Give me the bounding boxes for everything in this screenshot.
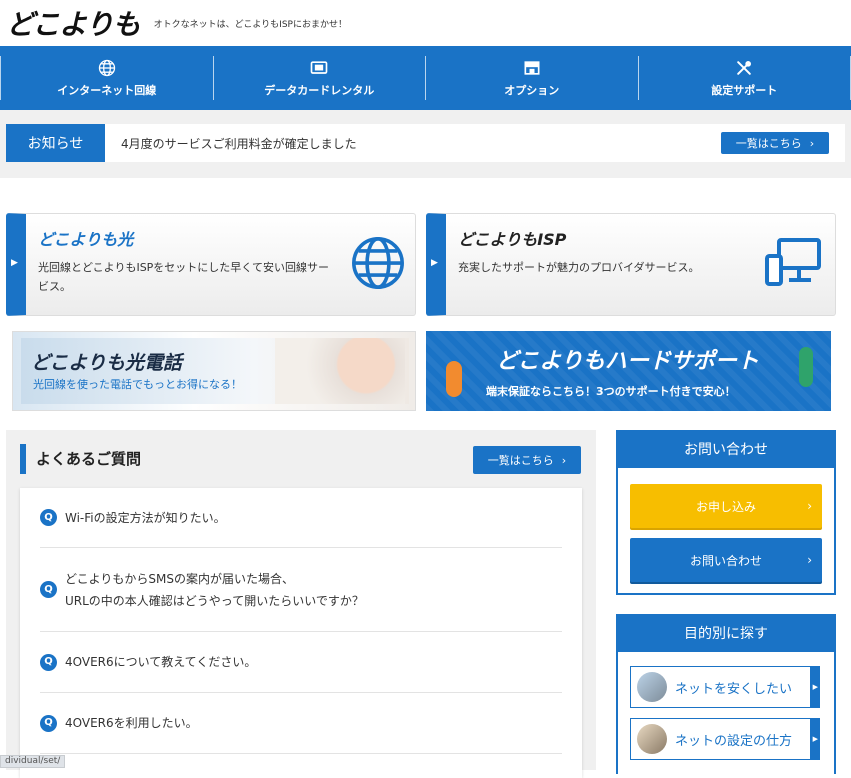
service-card-hikari[interactable]: ▶ どこよりも光 光回線とどこよりもISPをセットにした早くて安い回線サービス。 [6, 213, 416, 316]
hand-coins-image [637, 672, 667, 702]
faq-title: よくあるご質問 [20, 444, 141, 474]
apply-button[interactable]: お申し込み › [630, 484, 822, 528]
banner-title: どこよりもハードサポート [496, 343, 759, 375]
inquiry-label: お問い合わせ [690, 552, 762, 569]
faq-question-line: URLの中の本人確認はどうやって開いたらいいですか？ [65, 594, 364, 608]
banner-subtitle: 端末保証ならこちら！3つのサポート付きで安心！ [486, 383, 736, 399]
faq-item[interactable]: Q 4OVER6について教えてください。 [40, 632, 562, 693]
service-name: どこよりも光 [38, 226, 133, 250]
nav-option[interactable]: オプション [425, 56, 638, 100]
nav-label: インターネット回線 [57, 82, 156, 98]
nav-datacard[interactable]: データカードレンタル [213, 56, 426, 100]
service-desc: 光回線とどこよりもISPをセットにした早くて安い回線サービス。 [38, 258, 338, 296]
question-icon: Q [40, 715, 57, 732]
site-logo[interactable]: どこよりも [6, 3, 140, 43]
apply-label: お申し込み [696, 498, 756, 515]
faq-item[interactable]: Q 4OVER6を利用したい。 [40, 693, 562, 754]
chevron-right-icon: › [562, 454, 566, 467]
globe-icon [349, 234, 407, 292]
hand-writing-image [637, 724, 667, 754]
faq-question-line: どこよりもからSMSの案内が届いた場合、 [65, 572, 294, 586]
contact-title: お問い合わせ [618, 432, 834, 468]
faq-item[interactable]: Q Wi-Fiの設定方法が知りたい。 [40, 488, 562, 548]
global-nav: インターネット回線 データカードレンタル オプション 設定サポート [0, 46, 851, 110]
notice-more-label: 一覧はこちら [736, 135, 802, 151]
faq-question: Wi-Fiの設定方法が知りたい。 [65, 507, 226, 529]
contact-box: お問い合わせ お申し込み › お問い合わせ › [616, 430, 836, 595]
faq-question: 4OVER6について教えてください。 [65, 651, 256, 673]
inquiry-button[interactable]: お問い合わせ › [630, 538, 822, 582]
service-desc: 充実したサポートが魅力のプロバイダサービス。 [458, 258, 758, 277]
chevron-right-icon: › [810, 137, 814, 150]
devices-icon [763, 236, 823, 288]
notice-label: お知らせ [6, 124, 105, 162]
data-card-icon [309, 58, 329, 78]
faq-item[interactable]: Q どこよりもからSMSの案内が届いた場合、 URLの中の本人確認はどうやって開… [40, 548, 562, 632]
notice-bar: お知らせ 4月度のサービスご利用料金が確定しました 一覧はこちら › [0, 110, 851, 178]
nav-internet[interactable]: インターネット回線 [0, 56, 213, 100]
purpose-label: ネットの設定の仕方 [675, 730, 792, 749]
arrow-right-icon: ▶ [11, 258, 18, 268]
notice-text[interactable]: 4月度のサービスご利用料金が確定しました [105, 135, 721, 152]
service-card-isp[interactable]: ▶ どこよりもISP 充実したサポートが魅力のプロバイダサービス。 [426, 213, 836, 316]
faq-more-label: 一覧はこちら [488, 452, 554, 468]
purpose-title: 目的別に探す [618, 616, 834, 652]
banner-title: どこよりも光電話 [31, 348, 182, 375]
chevron-right-icon: › [807, 553, 812, 567]
notice: お知らせ 4月度のサービスご利用料金が確定しました 一覧はこちら › [6, 124, 845, 162]
site-tagline: オトクなネットは、どこよりもISPにおまかせ！ [154, 17, 347, 30]
chevron-right-icon: › [807, 499, 812, 513]
shop-icon [522, 58, 542, 78]
arrow-right-icon: ▶ [813, 683, 818, 691]
woman-with-phone-image [275, 338, 405, 404]
status-url: dividual/set/ [0, 755, 65, 768]
purpose-item-setup[interactable]: ネットの設定の仕方 ▶ [630, 718, 820, 760]
nav-support[interactable]: 設定サポート [638, 56, 851, 100]
faq-more-button[interactable]: 一覧はこちら › [473, 446, 581, 474]
faq-list: Q Wi-Fiの設定方法が知りたい。 Q どこよりもからSMSの案内が届いた場合… [20, 488, 582, 778]
purpose-label: ネットを安くしたい [675, 678, 792, 697]
banner-subtitle: 光回線を使った電話でもっとお得になる！ [33, 376, 242, 392]
question-icon: Q [40, 581, 57, 598]
nav-label: オプション [504, 82, 559, 98]
tools-icon [734, 58, 754, 78]
running-person-icon [446, 361, 462, 397]
arrow-right-icon: ▶ [813, 735, 818, 743]
globe-icon [97, 58, 117, 78]
nav-label: データカードレンタル [264, 82, 374, 98]
faq-section: よくあるご質問 一覧はこちら › Q Wi-Fiの設定方法が知りたい。 Q どこ… [6, 430, 596, 770]
nav-label: 設定サポート [711, 82, 777, 98]
faq-question: どこよりもからSMSの案内が届いた場合、 URLの中の本人確認はどうやって開いた… [65, 568, 364, 612]
banner-hard-support[interactable]: どこよりもハードサポート 端末保証ならこちら！3つのサポート付きで安心！ [426, 331, 831, 411]
banner-hikari-phone[interactable]: どこよりも光電話 光回線を使った電話でもっとお得になる！ [12, 331, 416, 411]
purpose-item-cheap[interactable]: ネットを安くしたい ▶ [630, 666, 820, 708]
notice-more-button[interactable]: 一覧はこちら › [721, 132, 829, 154]
question-icon: Q [40, 654, 57, 671]
site-header: どこよりも オトクなネットは、どこよりもISPにおまかせ！ [0, 0, 851, 46]
service-name: どこよりもISP [458, 226, 566, 250]
question-icon: Q [40, 509, 57, 526]
arrow-right-icon: ▶ [431, 258, 438, 268]
jumping-person-icon [799, 347, 813, 387]
faq-question: 4OVER6を利用したい。 [65, 712, 198, 734]
